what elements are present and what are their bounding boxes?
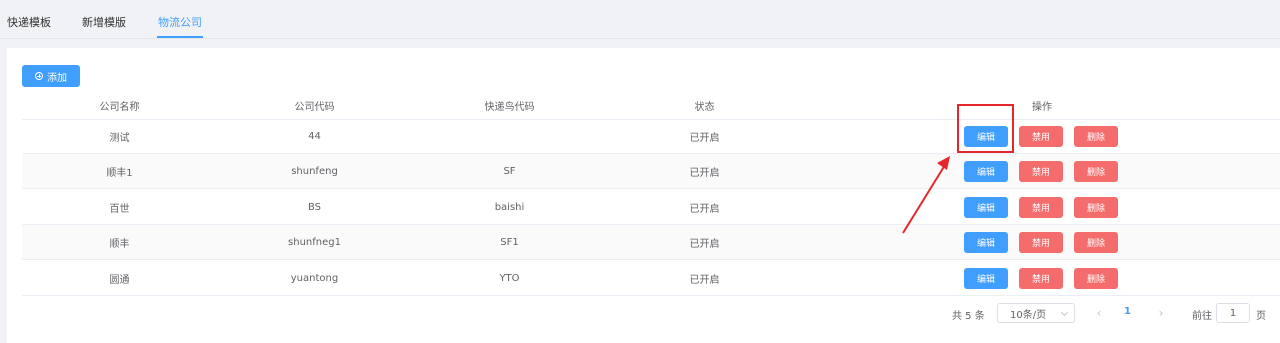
page-size-value: 10条/页 xyxy=(1010,309,1047,321)
delete-button[interactable]: 删除 xyxy=(1074,267,1118,289)
row-actions: 编辑 禁用 删除 xyxy=(964,225,1129,259)
edit-button[interactable]: 编辑 xyxy=(964,196,1008,218)
cell-kdn-code xyxy=(412,119,607,153)
disable-button[interactable]: 禁用 xyxy=(1019,160,1063,182)
cell-company-code: shunfeng xyxy=(291,165,338,177)
table-row: 顺丰 shunfneg1 SF1 已开启 编辑 禁用 删除 xyxy=(22,225,1280,260)
delete-button[interactable]: 删除 xyxy=(1074,125,1118,147)
goto-label: 前往 xyxy=(1192,311,1212,322)
chevron-down-icon xyxy=(1060,308,1069,317)
edit-button[interactable]: 编辑 xyxy=(964,231,1008,253)
cell-company-name: 顺丰1 xyxy=(106,167,133,179)
cell-kdn-code: YTO xyxy=(499,272,520,284)
plus-circle-icon xyxy=(35,72,43,80)
cell-company-code: 44 xyxy=(308,130,321,142)
disable-button[interactable]: 禁用 xyxy=(1019,125,1063,147)
cell-company-name: 圆通 xyxy=(109,274,130,286)
cell-kdn-code: baishi xyxy=(494,201,525,213)
delete-button[interactable]: 删除 xyxy=(1074,231,1118,253)
table-row: 顺丰1 shunfeng SF 已开启 编辑 禁用 删除 xyxy=(22,154,1280,189)
pagination: 共 5 条 10条/页 ‹ 1 › 前往 页 xyxy=(0,303,1280,325)
add-button[interactable]: 添加 xyxy=(22,65,80,87)
add-button-label: 添加 xyxy=(47,72,67,84)
tab-logistics-company[interactable]: 物流公司 xyxy=(158,14,202,30)
active-tab-indicator xyxy=(157,36,203,38)
cell-status: 已开启 xyxy=(689,132,720,144)
row-actions: 编辑 禁用 删除 xyxy=(964,190,1129,224)
cell-company-code: shunfneg1 xyxy=(288,236,341,248)
tab-express-template[interactable]: 快递模板 xyxy=(7,14,51,30)
cell-company-code: BS xyxy=(307,201,322,213)
cell-company-code: yuantong xyxy=(290,272,339,284)
edit-button[interactable]: 编辑 xyxy=(964,160,1008,182)
prev-page-icon[interactable]: ‹ xyxy=(1092,306,1106,320)
cell-status: 已开启 xyxy=(689,238,720,250)
cell-status: 已开启 xyxy=(689,203,720,215)
edit-button[interactable]: 编辑 xyxy=(964,267,1008,289)
header-company-code: 公司代码 xyxy=(294,102,335,113)
header-actions: 操作 xyxy=(1032,102,1052,113)
tab-new-template[interactable]: 新增模版 xyxy=(82,14,126,30)
page-number-current[interactable]: 1 xyxy=(1124,306,1131,317)
delete-button[interactable]: 删除 xyxy=(1074,196,1118,218)
disable-button[interactable]: 禁用 xyxy=(1019,267,1063,289)
goto-page-input[interactable] xyxy=(1216,303,1250,323)
header-status: 状态 xyxy=(694,102,715,113)
table-row: 测试 44 已开启 编辑 禁用 删除 xyxy=(22,119,1280,154)
page-size-select[interactable]: 10条/页 xyxy=(997,303,1075,323)
disable-button[interactable]: 禁用 xyxy=(1019,196,1063,218)
table-header: 公司名称 公司代码 快递鸟代码 状态 操作 xyxy=(22,92,1280,120)
pagination-total: 共 5 条 xyxy=(952,311,985,322)
cell-status: 已开启 xyxy=(689,167,720,179)
row-actions: 编辑 禁用 删除 xyxy=(964,261,1129,295)
next-page-icon[interactable]: › xyxy=(1154,306,1168,320)
table-row: 百世 BS baishi 已开启 编辑 禁用 删除 xyxy=(22,190,1280,225)
page-suffix: 页 xyxy=(1256,311,1266,322)
header-kdn-code: 快递鸟代码 xyxy=(484,102,535,113)
annotation-highlight-box xyxy=(957,104,1014,153)
delete-button[interactable]: 删除 xyxy=(1074,160,1118,182)
cell-company-name: 百世 xyxy=(109,203,130,215)
disable-button[interactable]: 禁用 xyxy=(1019,231,1063,253)
row-actions: 编辑 禁用 删除 xyxy=(964,154,1129,188)
cell-company-name: 顺丰 xyxy=(109,238,130,250)
cell-kdn-code: SF xyxy=(503,165,516,177)
cell-kdn-code: SF1 xyxy=(500,236,519,248)
tab-bar: 快递模板 新增模版 物流公司 xyxy=(0,0,1280,39)
header-company-name: 公司名称 xyxy=(99,102,140,113)
table-row: 圆通 yuantong YTO 已开启 编辑 禁用 删除 xyxy=(22,261,1280,296)
cell-status: 已开启 xyxy=(689,274,720,286)
cell-company-name: 测试 xyxy=(109,132,130,144)
